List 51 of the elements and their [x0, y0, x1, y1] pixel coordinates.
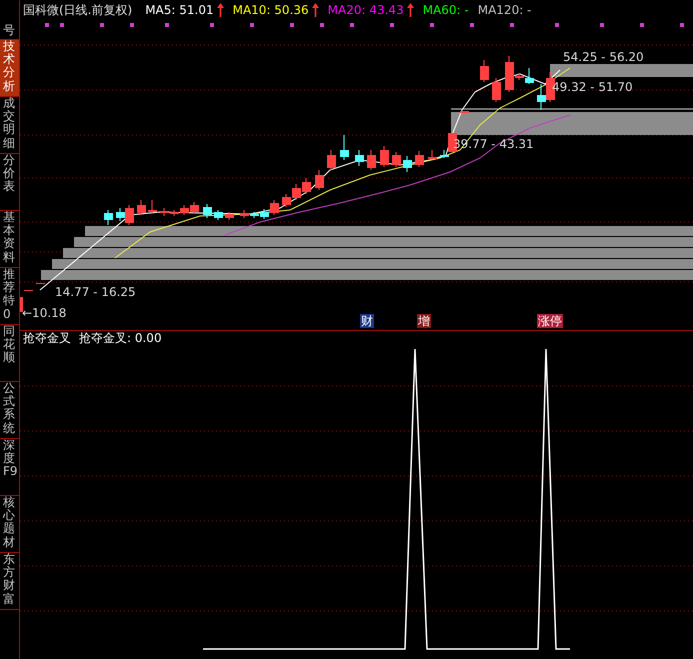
candlestick	[104, 210, 113, 226]
candlestick	[355, 150, 364, 166]
candlestick	[282, 194, 291, 208]
moving-average-value: MA60: -	[422, 3, 469, 17]
sidebar-tab[interactable]: 东方财富	[0, 553, 19, 610]
low-price-label: ←10.18	[22, 306, 66, 320]
sidebar-tab[interactable]: 深度F9	[0, 439, 19, 496]
sidebar-tab[interactable]: 技术分析	[0, 40, 19, 97]
candlestick	[225, 212, 234, 220]
sidebar-tab[interactable]: 成交明细	[0, 97, 19, 154]
candlestick	[537, 84, 546, 110]
candlestick	[190, 202, 199, 214]
chart-title: 国科微(日线.前复权)	[23, 2, 132, 18]
sidebar-tab[interactable]: 基本资料	[0, 211, 19, 268]
candlestick	[137, 200, 146, 216]
candlestick	[240, 210, 249, 218]
candlestick	[148, 200, 157, 214]
sidebar-tab[interactable]: 分价表	[0, 154, 19, 211]
candlestick	[214, 210, 223, 220]
moving-average-value: MA20: 43.43	[328, 3, 404, 17]
sidebar-tab[interactable]: 公式系统	[0, 382, 19, 439]
candlestick	[403, 156, 412, 172]
sidebar-tab[interactable]: 推荐特0	[0, 268, 19, 325]
candlestick	[20, 297, 23, 312]
moving-average-value: MA5: 51.01	[145, 3, 214, 17]
candlestick	[367, 150, 376, 170]
candlestick	[160, 208, 169, 216]
price-range-label: 14.77 - 16.25	[55, 285, 136, 299]
indicator-name: 抢夺金叉	[23, 331, 71, 346]
sidebar-tab[interactable]: 同花顺	[0, 325, 19, 382]
event-marker[interactable]: 涨停	[537, 314, 563, 328]
candlestick	[428, 150, 437, 160]
moving-average-value: MA120: -	[478, 3, 532, 17]
candlestick	[302, 178, 311, 194]
candlestick	[460, 110, 469, 114]
candlestick	[340, 134, 349, 160]
candlestick	[327, 150, 336, 170]
event-marker[interactable]: 增	[417, 314, 431, 328]
candlestick	[292, 184, 301, 200]
price-range-label: 54.25 - 56.20	[563, 50, 644, 64]
candlestick	[415, 150, 424, 168]
sidebar-tab[interactable]: 核心题材	[0, 496, 19, 553]
candlestick	[203, 204, 212, 218]
candlestick	[492, 78, 501, 102]
candlestick	[380, 146, 389, 168]
indicator-value: 抢夺金叉: 0.00	[79, 331, 162, 346]
candlestick	[315, 170, 324, 190]
candlestick	[480, 60, 489, 82]
event-marker[interactable]: 财	[360, 314, 374, 328]
candlestick	[392, 152, 401, 168]
moving-average-value: MA10: 50.36	[232, 3, 309, 17]
